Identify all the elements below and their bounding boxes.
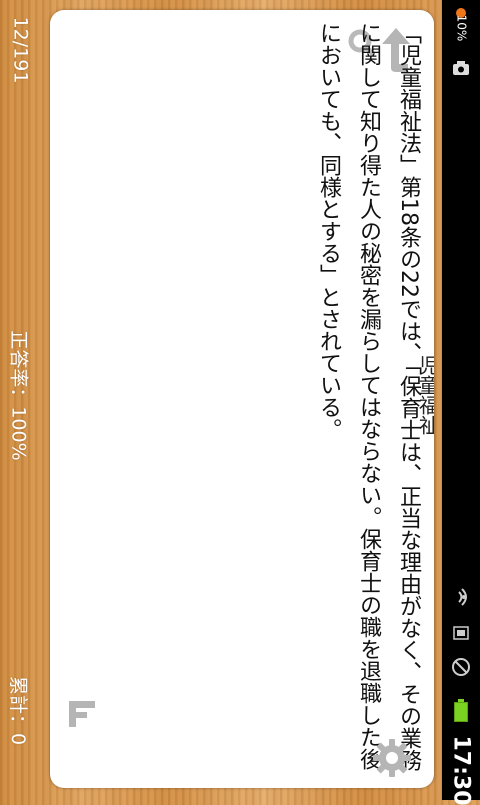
no-signal-icon-graphic (452, 658, 470, 676)
wifi-icon-graphic (458, 588, 467, 606)
battery-percent-text: 10% (453, 14, 468, 42)
question-text: 「児童福祉法」第18条の22では、「保育士は、正当な理由がなく、その業務に関して… (316, 22, 421, 771)
camera-icon (442, 56, 480, 80)
flag-f-icon-graphic (69, 701, 95, 727)
battery-level (454, 699, 468, 722)
clock-text: 17:30 (448, 734, 474, 805)
battery-icon (442, 699, 480, 724)
question-card: 児童福祉 「児童福祉法」第18条の22では、「保育士は、正当な理由がなく、その業… (50, 10, 434, 788)
battery-percent: 10% (442, 14, 480, 42)
gear-icon[interactable] (370, 736, 414, 780)
clock: 17:30 (442, 735, 480, 805)
sim-icon-graphic (453, 626, 469, 640)
flag-f-icon[interactable] (62, 694, 102, 734)
no-signal-icon (442, 655, 480, 679)
wifi-icon (442, 585, 480, 609)
total-count-text: 累計：0 (7, 675, 30, 745)
sim-icon (442, 622, 480, 644)
question-counter-text: 12/191 (9, 16, 31, 84)
question-counter: 12/191 (0, 10, 40, 90)
status-bar: 10% 17:30 (442, 0, 480, 805)
correct-rate-text: 正答率：100% (7, 329, 30, 461)
camera-icon-graphic (453, 61, 469, 75)
correct-rate: 正答率：100% (0, 310, 40, 480)
total-count: 累計：0 (0, 665, 40, 755)
gear-icon-graphic (373, 739, 411, 777)
